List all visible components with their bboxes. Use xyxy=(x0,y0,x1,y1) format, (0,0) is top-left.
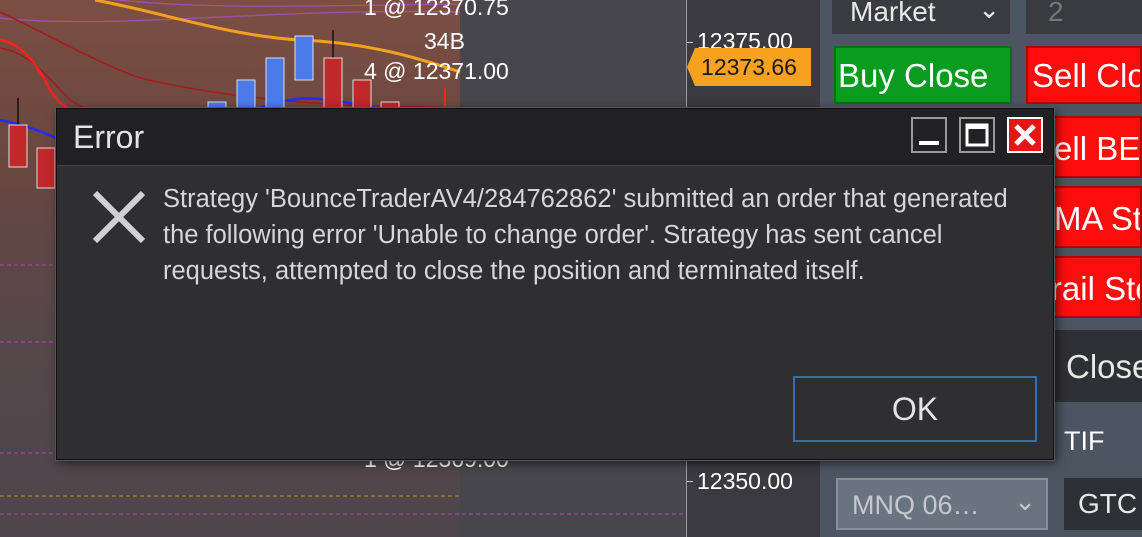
instrument-select[interactable]: MNQ 06… ⌄ xyxy=(836,478,1048,530)
minimize-icon xyxy=(919,141,939,145)
sell-close-label: Sell Close xyxy=(1032,57,1140,94)
tif-label: TIF xyxy=(1064,426,1142,462)
tif-label-text: TIF xyxy=(1064,426,1105,456)
order-type-select[interactable]: Market ⌄ xyxy=(832,0,1010,34)
close-button[interactable] xyxy=(1007,117,1043,153)
sell-close-button[interactable]: Sell Close xyxy=(1026,46,1142,104)
buy-close-button[interactable]: Buy Close xyxy=(834,46,1012,104)
tif-select[interactable]: GTC xyxy=(1064,478,1142,530)
ok-label: OK xyxy=(891,391,939,427)
order-type-value: Market xyxy=(850,0,936,27)
x-icon xyxy=(92,190,146,244)
close-icon xyxy=(1014,124,1036,146)
price-label-bottom: 12350.00 xyxy=(697,468,793,494)
trade-label-34b: 34B xyxy=(424,28,465,54)
error-message: Strategy 'BounceTraderAV4/284762862' sub… xyxy=(163,185,1008,285)
dialog-titlebar[interactable]: Error xyxy=(57,109,1053,166)
quantity-value: 2 xyxy=(1048,0,1064,27)
buy-close-label: Buy Close xyxy=(838,57,989,94)
error-dialog: Error Strategy 'BounceTraderAV4/28476286… xyxy=(56,108,1054,460)
instrument-value: MNQ 06… xyxy=(852,490,980,520)
trade-label-1: 1 @ 12370.75 xyxy=(364,0,509,20)
axis-tick xyxy=(687,481,693,482)
quantity-field[interactable]: 2 xyxy=(1026,0,1142,34)
maximize-icon xyxy=(965,123,989,147)
chevron-down-icon: ⌄ xyxy=(1014,486,1036,516)
axis-tick xyxy=(687,42,693,43)
maximize-button[interactable] xyxy=(959,117,995,153)
tif-value: GTC xyxy=(1078,488,1138,519)
trade-label-4: 4 @ 12371.00 xyxy=(364,58,509,84)
ok-button[interactable]: OK xyxy=(793,376,1037,442)
close-position-label: Close xyxy=(1066,348,1142,385)
current-price-marker: 12373.66 xyxy=(687,48,811,86)
minimize-button[interactable] xyxy=(911,117,947,153)
chevron-down-icon: ⌄ xyxy=(978,0,1000,24)
dialog-title: Error xyxy=(73,119,145,155)
